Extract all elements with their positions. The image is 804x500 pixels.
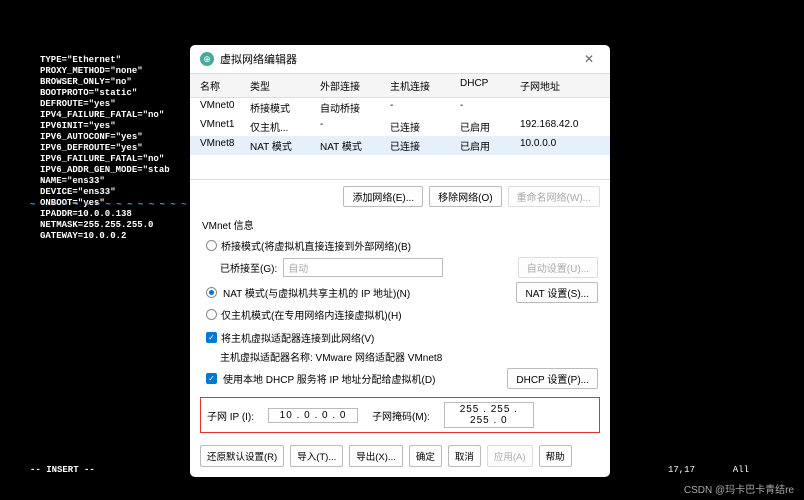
titlebar[interactable]: ⊕ 虚拟网络编辑器 ✕ xyxy=(190,45,610,74)
subnet-mask-label: 子网掩码(M): xyxy=(372,408,430,423)
cancel-button[interactable]: 取消 xyxy=(448,445,481,467)
vim-cursor-pos: 17,17 All xyxy=(668,465,749,475)
connect-host-checkbox[interactable] xyxy=(206,332,217,343)
subnet-ip-label: 子网 IP (I): xyxy=(207,408,254,423)
col-dhcp[interactable]: DHCP xyxy=(460,78,520,93)
table-row[interactable]: VMnet1仅主机...-已连接已启用192.168.42.0 xyxy=(190,117,610,136)
col-host[interactable]: 主机连接 xyxy=(390,78,460,93)
dhcp-checkbox[interactable] xyxy=(206,373,217,384)
bridge-label: 桥接模式(将虚拟机直接连接到外部网络)(B) xyxy=(221,238,411,253)
vmnet-info-title: VMnet 信息 xyxy=(202,217,598,232)
import-button[interactable]: 导入(T)... xyxy=(290,445,343,467)
bridged-to-label: 已桥接至(G): xyxy=(220,260,277,275)
subnet-mask-input[interactable]: 255 . 255 . 255 . 0 xyxy=(444,402,534,428)
table-header: 名称 类型 外部连接 主机连接 DHCP 子网地址 xyxy=(190,74,610,98)
dhcp-settings-button[interactable]: DHCP 设置(P)... xyxy=(507,368,598,389)
col-type[interactable]: 类型 xyxy=(250,78,320,93)
subnet-highlight: 子网 IP (I): 10 . 0 . 0 . 0 子网掩码(M): 255 .… xyxy=(200,397,600,433)
rename-network-button: 重命名网络(W)... xyxy=(508,186,600,207)
networks-table: 名称 类型 外部连接 主机连接 DHCP 子网地址 VMnet0桥接模式自动桥接… xyxy=(190,74,610,180)
watermark: CSDN @玛卡巴卡青结re xyxy=(684,481,794,496)
app-icon: ⊕ xyxy=(200,52,214,66)
virtual-network-editor-dialog: ⊕ 虚拟网络编辑器 ✕ 名称 类型 外部连接 主机连接 DHCP 子网地址 VM… xyxy=(190,45,610,477)
hostonly-radio[interactable] xyxy=(206,309,217,320)
host-adapter-name: 主机虚拟适配器名称: VMware 网络适配器 VMnet8 xyxy=(220,349,442,364)
dialog-title: 虚拟网络编辑器 xyxy=(220,51,578,67)
close-icon[interactable]: ✕ xyxy=(578,52,600,66)
nat-label: NAT 模式(与虚拟机共享主机的 IP 地址)(N) xyxy=(223,285,410,300)
col-ext[interactable]: 外部连接 xyxy=(320,78,390,93)
table-row[interactable]: VMnet8NAT 模式NAT 模式已连接已启用10.0.0.0 xyxy=(190,136,610,155)
export-button[interactable]: 导出(X)... xyxy=(349,445,403,467)
subnet-ip-input[interactable]: 10 . 0 . 0 . 0 xyxy=(268,408,358,423)
ok-button[interactable]: 确定 xyxy=(409,445,442,467)
restore-defaults-button[interactable]: 还原默认设置(R) xyxy=(200,445,284,467)
bridge-radio[interactable] xyxy=(206,240,217,251)
help-button[interactable]: 帮助 xyxy=(539,445,572,467)
nat-radio[interactable] xyxy=(206,287,217,298)
hostonly-label: 仅主机模式(在专用网络内连接虚拟机)(H) xyxy=(221,307,402,322)
auto-settings-button: 自动设置(U)... xyxy=(518,257,598,278)
bridged-to-select[interactable]: 自动 xyxy=(283,258,443,277)
apply-button: 应用(A) xyxy=(487,445,533,467)
col-subnet[interactable]: 子网地址 xyxy=(520,78,600,93)
connect-host-label: 将主机虚拟适配器连接到此网络(V) xyxy=(221,330,374,345)
add-network-button[interactable]: 添加网络(E)... xyxy=(343,186,423,207)
nat-settings-button[interactable]: NAT 设置(S)... xyxy=(516,282,598,303)
table-row[interactable]: VMnet0桥接模式自动桥接-- xyxy=(190,98,610,117)
terminal-config: TYPE="Ethernet"PROXY_METHOD="none"BROWSE… xyxy=(40,55,170,242)
col-name[interactable]: 名称 xyxy=(200,78,250,93)
vim-mode: -- INSERT -- xyxy=(30,465,95,475)
dhcp-label: 使用本地 DHCP 服务将 IP 地址分配给虚拟机(D) xyxy=(223,371,435,386)
remove-network-button[interactable]: 移除网络(O) xyxy=(429,186,501,207)
